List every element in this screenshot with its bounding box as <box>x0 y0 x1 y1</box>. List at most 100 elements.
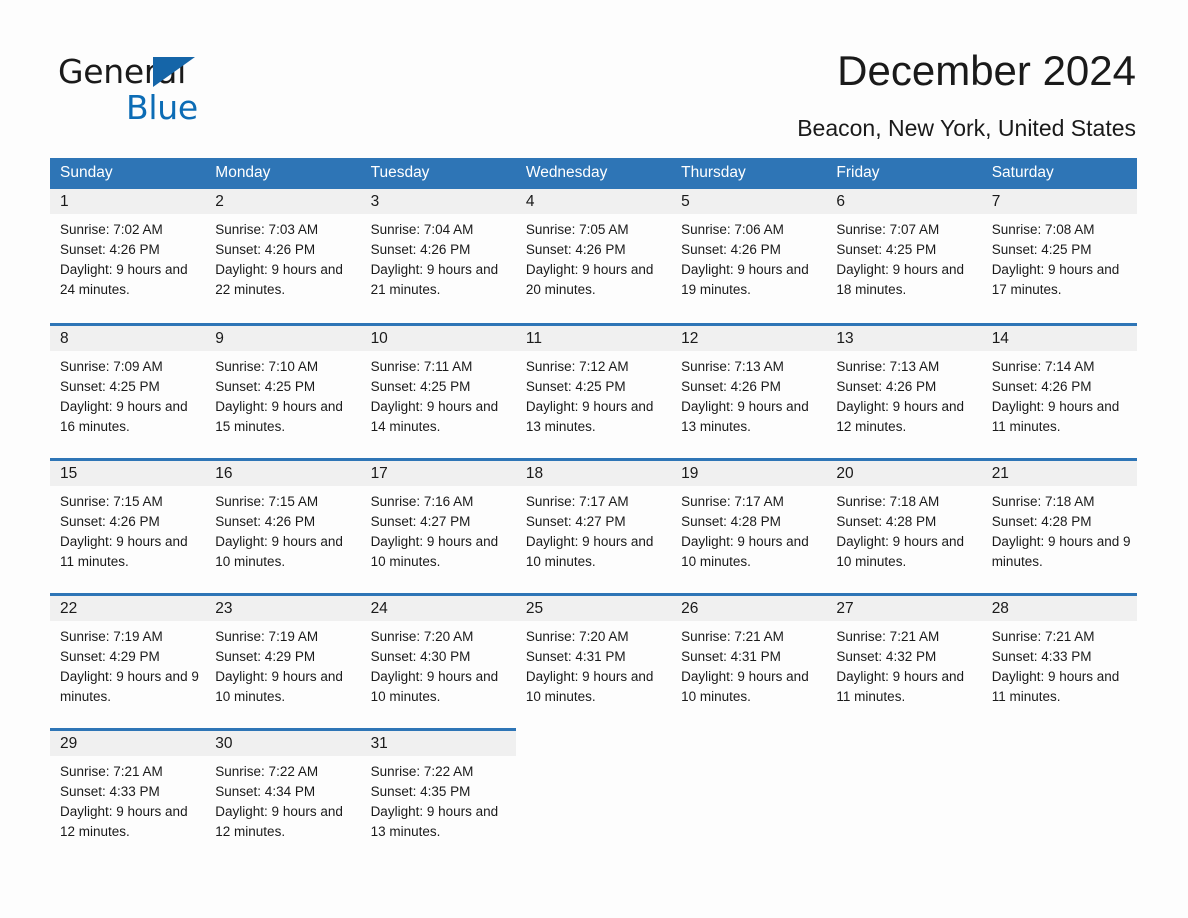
day-cell[interactable]: 11 Sunrise: 7:12 AM Sunset: 4:25 PM Dayl… <box>515 322 672 459</box>
day-info: Sunrise: 7:20 AM Sunset: 4:30 PM Dayligh… <box>361 621 516 707</box>
sunrise-text: Sunrise: 7:13 AM <box>836 358 940 374</box>
sunset-text: Sunset: 4:27 PM <box>370 513 471 529</box>
weekday-header-tuesday: Tuesday <box>360 158 516 189</box>
day-info: Sunrise: 7:02 AM Sunset: 4:26 PM Dayligh… <box>50 214 205 300</box>
sunrise-text: Sunrise: 7:16 AM <box>370 493 474 509</box>
day-cell[interactable]: 17 Sunrise: 7:16 AM Sunset: 4:27 PM Dayl… <box>360 457 516 594</box>
day-cell[interactable]: 22 Sunrise: 7:19 AM Sunset: 4:29 PM Dayl… <box>50 592 206 729</box>
sunrise-text: Sunrise: 7:14 AM <box>991 358 1095 374</box>
day-cell[interactable]: 31 Sunrise: 7:22 AM Sunset: 4:35 PM Dayl… <box>360 727 516 864</box>
sunrise-text: Sunrise: 7:18 AM <box>836 493 940 509</box>
day-cell[interactable]: 28 Sunrise: 7:21 AM Sunset: 4:33 PM Dayl… <box>981 592 1137 729</box>
day-cell[interactable]: 23 Sunrise: 7:19 AM Sunset: 4:29 PM Dayl… <box>205 592 361 729</box>
day-cell[interactable]: 20 Sunrise: 7:18 AM Sunset: 4:28 PM Dayl… <box>826 457 982 594</box>
day-number: 15 <box>50 460 206 486</box>
daylight-text: Daylight: 9 hours and 11 minutes. <box>991 398 1120 434</box>
daylight-text: Daylight: 9 hours and 15 minutes. <box>215 398 343 434</box>
day-info: Sunrise: 7:06 AM Sunset: 4:26 PM Dayligh… <box>671 214 826 300</box>
calendar-page: General Blue December 2024 Beacon, New Y… <box>0 0 1188 918</box>
day-cell-empty <box>982 729 1137 864</box>
day-info: Sunrise: 7:19 AM Sunset: 4:29 PM Dayligh… <box>50 621 205 707</box>
daylight-text: Daylight: 9 hours and 12 minutes. <box>215 803 343 839</box>
day-number: 14 <box>981 325 1137 351</box>
sunset-text: Sunset: 4:29 PM <box>215 648 316 664</box>
day-number: 9 <box>205 325 361 351</box>
day-number: 24 <box>360 595 516 621</box>
day-cell[interactable]: 6 Sunrise: 7:07 AM Sunset: 4:25 PM Dayli… <box>826 189 982 324</box>
day-cell[interactable]: 10 Sunrise: 7:11 AM Sunset: 4:25 PM Dayl… <box>360 322 516 459</box>
day-number: 20 <box>826 460 982 486</box>
day-cell[interactable]: 18 Sunrise: 7:17 AM Sunset: 4:27 PM Dayl… <box>515 457 672 594</box>
sunset-text: Sunset: 4:26 PM <box>370 242 471 257</box>
day-info: Sunrise: 7:15 AM Sunset: 4:26 PM Dayligh… <box>205 486 360 572</box>
day-info: Sunrise: 7:10 AM Sunset: 4:25 PM Dayligh… <box>205 351 360 437</box>
day-cell[interactable]: 8 Sunrise: 7:09 AM Sunset: 4:25 PM Dayli… <box>50 322 206 459</box>
day-info: Sunrise: 7:14 AM Sunset: 4:26 PM Dayligh… <box>982 351 1137 437</box>
calendar-week-row: 22 Sunrise: 7:19 AM Sunset: 4:29 PM Dayl… <box>50 592 1137 729</box>
day-cell[interactable]: 13 Sunrise: 7:13 AM Sunset: 4:26 PM Dayl… <box>826 322 982 459</box>
day-info: Sunrise: 7:20 AM Sunset: 4:31 PM Dayligh… <box>516 621 671 707</box>
sunset-text: Sunset: 4:34 PM <box>215 783 316 799</box>
day-info: Sunrise: 7:19 AM Sunset: 4:29 PM Dayligh… <box>205 621 360 707</box>
weekday-header-saturday: Saturday <box>981 158 1137 189</box>
day-cell[interactable]: 29 Sunrise: 7:21 AM Sunset: 4:33 PM Dayl… <box>50 727 206 864</box>
sunrise-text: Sunrise: 7:15 AM <box>215 493 319 509</box>
sunset-text: Sunset: 4:26 PM <box>681 242 781 257</box>
day-cell[interactable]: 21 Sunrise: 7:18 AM Sunset: 4:28 PM Dayl… <box>981 457 1137 594</box>
day-cell[interactable]: 15 Sunrise: 7:15 AM Sunset: 4:26 PM Dayl… <box>50 457 206 594</box>
weekday-header-friday: Friday <box>826 158 982 189</box>
sunrise-text: Sunrise: 7:22 AM <box>215 763 319 779</box>
general-blue-logo[interactable]: General Blue <box>58 52 318 127</box>
day-cell[interactable]: 26 Sunrise: 7:21 AM Sunset: 4:31 PM Dayl… <box>671 592 827 729</box>
day-cell[interactable]: 27 Sunrise: 7:21 AM Sunset: 4:32 PM Dayl… <box>826 592 982 729</box>
day-info: Sunrise: 7:05 AM Sunset: 4:26 PM Dayligh… <box>516 214 671 300</box>
day-cell[interactable]: 5 Sunrise: 7:06 AM Sunset: 4:26 PM Dayli… <box>671 189 827 324</box>
sunset-text: Sunset: 4:27 PM <box>525 513 626 529</box>
day-cell[interactable]: 19 Sunrise: 7:17 AM Sunset: 4:28 PM Dayl… <box>671 457 827 594</box>
sunset-text: Sunset: 4:33 PM <box>60 783 160 799</box>
day-cell[interactable]: 2 Sunrise: 7:03 AM Sunset: 4:26 PM Dayli… <box>205 189 361 324</box>
day-cell[interactable]: 1 Sunrise: 7:02 AM Sunset: 4:26 PM Dayli… <box>50 189 206 324</box>
daylight-text: Daylight: 9 hours and 13 minutes. <box>525 398 654 434</box>
day-cell[interactable]: 30 Sunrise: 7:22 AM Sunset: 4:34 PM Dayl… <box>205 727 361 864</box>
day-info: Sunrise: 7:03 AM Sunset: 4:26 PM Dayligh… <box>205 214 360 300</box>
daylight-text: Daylight: 9 hours and 10 minutes. <box>215 533 343 569</box>
day-number: 28 <box>981 595 1137 621</box>
day-number: 5 <box>671 189 827 214</box>
day-cell[interactable]: 16 Sunrise: 7:15 AM Sunset: 4:26 PM Dayl… <box>205 457 361 594</box>
day-info: Sunrise: 7:08 AM Sunset: 4:25 PM Dayligh… <box>982 214 1137 300</box>
day-number: 27 <box>826 595 982 621</box>
daylight-text: Daylight: 9 hours and 17 minutes. <box>991 262 1120 297</box>
day-number: 31 <box>360 730 516 756</box>
sunset-text: Sunset: 4:30 PM <box>370 648 471 664</box>
daylight-text: Daylight: 9 hours and 22 minutes. <box>215 262 343 297</box>
sunrise-text: Sunrise: 7:02 AM <box>60 222 163 237</box>
day-cell[interactable]: 9 Sunrise: 7:10 AM Sunset: 4:25 PM Dayli… <box>205 322 361 459</box>
day-info: Sunrise: 7:07 AM Sunset: 4:25 PM Dayligh… <box>826 214 981 300</box>
day-number: 10 <box>360 325 516 351</box>
calendar-week-row: 8 Sunrise: 7:09 AM Sunset: 4:25 PM Dayli… <box>50 322 1137 459</box>
daylight-text: Daylight: 9 hours and 10 minutes. <box>525 533 654 569</box>
calendar-week-row: 1 Sunrise: 7:02 AM Sunset: 4:26 PM Dayli… <box>50 189 1137 324</box>
sunrise-text: Sunrise: 7:20 AM <box>525 628 629 644</box>
sunset-text: Sunset: 4:29 PM <box>60 648 160 664</box>
day-number: 13 <box>826 325 982 351</box>
day-info: Sunrise: 7:16 AM Sunset: 4:27 PM Dayligh… <box>361 486 516 572</box>
sunrise-text: Sunrise: 7:03 AM <box>215 222 319 237</box>
day-info: Sunrise: 7:17 AM Sunset: 4:27 PM Dayligh… <box>516 486 671 572</box>
day-cell[interactable]: 7 Sunrise: 7:08 AM Sunset: 4:25 PM Dayli… <box>981 189 1137 324</box>
day-info: Sunrise: 7:12 AM Sunset: 4:25 PM Dayligh… <box>516 351 671 437</box>
logo-triangle-icon <box>153 57 195 87</box>
sunset-text: Sunset: 4:33 PM <box>991 648 1092 664</box>
day-cell[interactable]: 25 Sunrise: 7:20 AM Sunset: 4:31 PM Dayl… <box>515 592 672 729</box>
day-cell[interactable]: 12 Sunrise: 7:13 AM Sunset: 4:26 PM Dayl… <box>671 322 827 459</box>
day-cell[interactable]: 24 Sunrise: 7:20 AM Sunset: 4:30 PM Dayl… <box>360 592 516 729</box>
daylight-text: Daylight: 9 hours and 14 minutes. <box>370 398 499 434</box>
day-number: 1 <box>50 189 206 214</box>
sunrise-text: Sunrise: 7:07 AM <box>836 222 940 237</box>
day-info: Sunrise: 7:18 AM Sunset: 4:28 PM Dayligh… <box>826 486 981 572</box>
day-cell[interactable]: 4 Sunrise: 7:05 AM Sunset: 4:26 PM Dayli… <box>515 189 672 324</box>
sunset-text: Sunset: 4:26 PM <box>215 513 316 529</box>
day-cell[interactable]: 14 Sunrise: 7:14 AM Sunset: 4:26 PM Dayl… <box>981 322 1137 459</box>
day-cell[interactable]: 3 Sunrise: 7:04 AM Sunset: 4:26 PM Dayli… <box>360 189 516 324</box>
